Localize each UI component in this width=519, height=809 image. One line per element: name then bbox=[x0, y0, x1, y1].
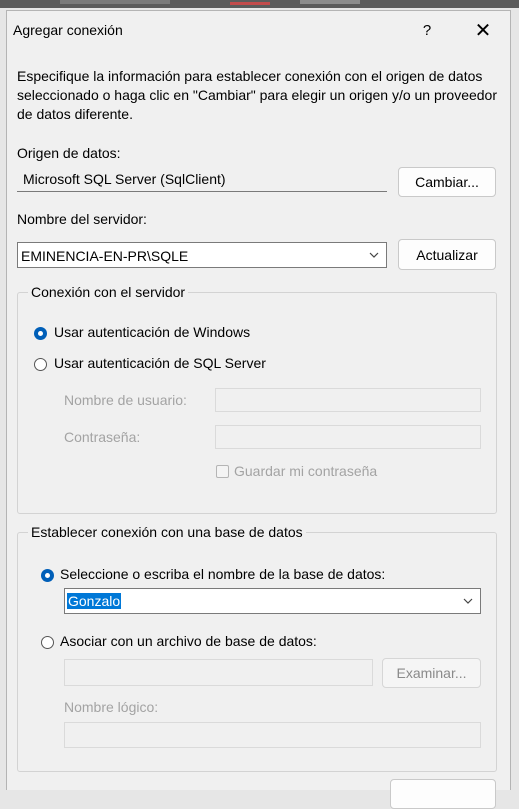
save-password-checkbox[interactable] bbox=[216, 465, 229, 478]
add-connection-dialog: Agregar conexión ? ✕ Especifique la info… bbox=[6, 10, 511, 809]
attach-database-label[interactable]: Asociar con un archivo de base de datos: bbox=[60, 633, 317, 649]
background-shape bbox=[230, 2, 270, 5]
server-name-value: EMINENCIA-EN-PR\SQLE bbox=[21, 248, 189, 264]
refresh-button-label: Actualizar bbox=[416, 246, 478, 263]
help-icon: ? bbox=[422, 21, 432, 39]
server-name-combobox[interactable]: EMINENCIA-EN-PR\SQLE bbox=[17, 242, 387, 268]
browse-button-label: Examinar... bbox=[396, 665, 467, 681]
sql-auth-label[interactable]: Usar autenticación de SQL Server bbox=[54, 355, 266, 371]
select-database-label[interactable]: Seleccione o escriba el nombre de la bas… bbox=[60, 566, 385, 582]
server-name-label: Nombre del servidor: bbox=[17, 211, 147, 227]
select-database-radio[interactable] bbox=[41, 569, 54, 582]
sql-auth-radio[interactable] bbox=[34, 358, 47, 371]
browse-button[interactable]: Examinar... bbox=[382, 658, 481, 688]
change-button-label: Cambiar... bbox=[415, 174, 479, 190]
background-shape bbox=[300, 0, 360, 4]
help-button[interactable]: ? bbox=[404, 11, 450, 49]
username-input[interactable] bbox=[215, 388, 481, 412]
windows-auth-label[interactable]: Usar autenticación de Windows bbox=[54, 324, 250, 340]
dialog-title: Agregar conexión bbox=[13, 22, 123, 38]
close-button[interactable]: ✕ bbox=[460, 11, 506, 49]
chevron-down-icon[interactable] bbox=[368, 248, 380, 262]
database-name-selection: Gonzalo bbox=[67, 593, 122, 609]
ok-button-partial[interactable] bbox=[390, 779, 496, 809]
refresh-button[interactable]: Actualizar bbox=[398, 239, 496, 270]
data-source-value: Microsoft SQL Server (SqlClient) bbox=[23, 171, 226, 187]
chevron-down-icon[interactable] bbox=[462, 594, 474, 608]
database-name-value[interactable]: Gonzalo bbox=[67, 593, 122, 609]
data-source-label: Origen de datos: bbox=[17, 145, 121, 161]
close-icon: ✕ bbox=[474, 19, 492, 42]
attach-database-radio[interactable] bbox=[41, 636, 54, 649]
title-bar: Agregar conexión ? ✕ bbox=[7, 11, 510, 49]
username-label: Nombre de usuario: bbox=[64, 392, 187, 408]
change-button[interactable]: Cambiar... bbox=[398, 167, 496, 197]
database-connection-legend: Establecer conexión con una base de dato… bbox=[28, 524, 306, 540]
database-file-input[interactable] bbox=[64, 659, 373, 686]
background-shape bbox=[60, 0, 170, 4]
password-input[interactable] bbox=[215, 425, 481, 449]
logical-name-label: Nombre lógico: bbox=[64, 699, 159, 715]
logical-name-input[interactable] bbox=[64, 722, 481, 748]
data-source-field: Microsoft SQL Server (SqlClient) bbox=[17, 166, 387, 192]
background-window-strip bbox=[0, 0, 519, 8]
windows-auth-radio[interactable] bbox=[34, 327, 47, 340]
password-label: Contraseña: bbox=[64, 429, 141, 445]
server-connection-legend: Conexión con el servidor bbox=[28, 284, 189, 300]
description-text: Especifique la información para establec… bbox=[17, 68, 498, 122]
database-name-combobox[interactable]: Gonzalo bbox=[64, 588, 481, 614]
save-password-label[interactable]: Guardar mi contraseña bbox=[234, 463, 377, 479]
